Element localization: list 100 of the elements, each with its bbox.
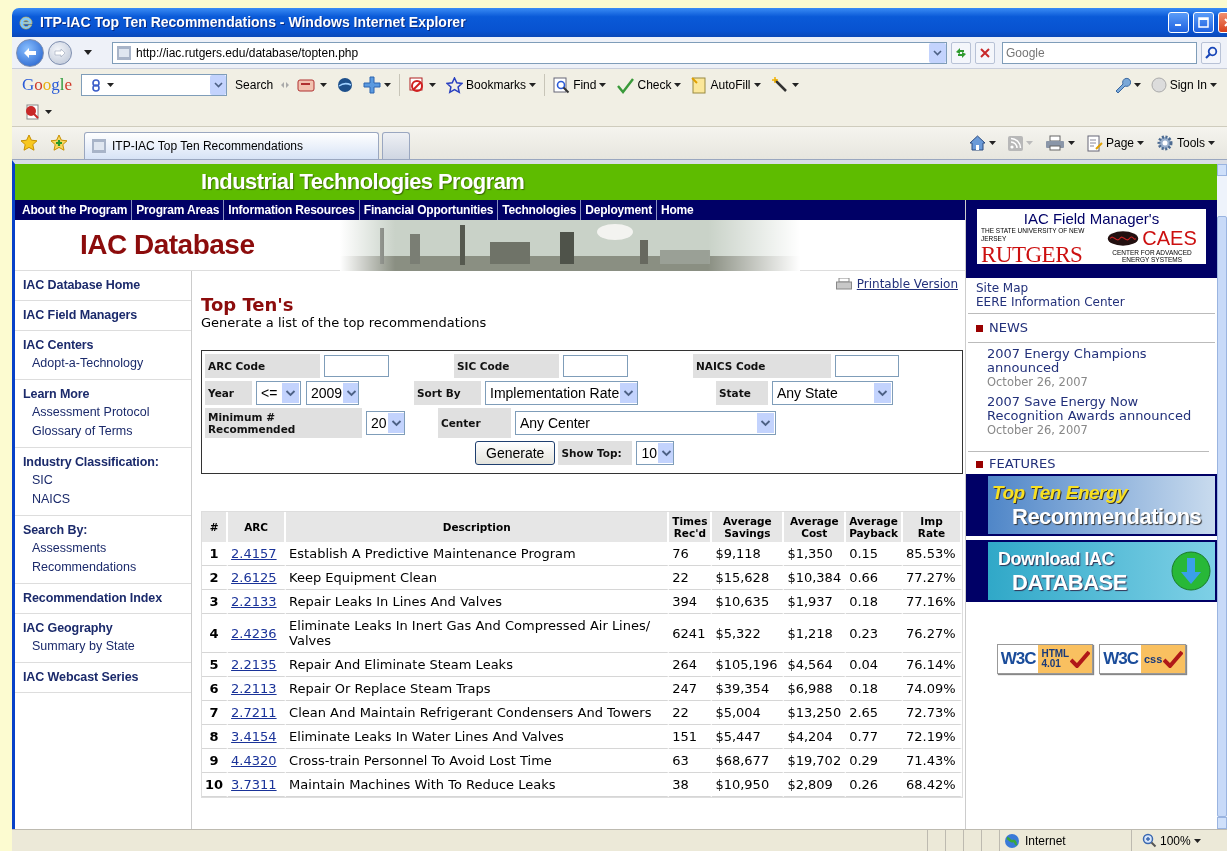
arc-code-link[interactable]: 3.7311 bbox=[231, 777, 277, 792]
search-field[interactable]: Google bbox=[1002, 41, 1197, 64]
search-button[interactable]: Search bbox=[233, 76, 276, 94]
field-label: Minimum # Recommended bbox=[205, 408, 362, 438]
arc-code-link[interactable]: 4.4320 bbox=[231, 753, 277, 768]
value-cell: $19,702 bbox=[787, 753, 842, 768]
sign-in-button[interactable]: Sign In bbox=[1148, 76, 1219, 94]
arc-code-link[interactable]: 2.2135 bbox=[231, 657, 277, 672]
tools-menu-button[interactable]: Tools bbox=[1154, 134, 1217, 152]
description-cell: Repair Or Replace Steam Traps bbox=[289, 681, 491, 696]
value-cell: 76.14% bbox=[906, 657, 956, 672]
value-cell: 72.19% bbox=[906, 729, 956, 744]
find-button[interactable]: Find bbox=[551, 76, 609, 94]
value-cell: $6,988 bbox=[787, 681, 833, 696]
dropdown[interactable]: 2009 bbox=[306, 381, 359, 405]
value-cell: 0.23 bbox=[849, 625, 879, 641]
description-cell: Eliminate Leaks In Inert Gas And Compressed Air Lines/ Valves bbox=[289, 618, 651, 648]
zoom-button[interactable]: 100% bbox=[1140, 831, 1203, 850]
sidebar-heading-link[interactable]: IAC Centers bbox=[23, 337, 183, 354]
css-validation-badge[interactable]: W3C css bbox=[1099, 644, 1187, 674]
sidebar-heading-link[interactable]: IAC Field Managers bbox=[23, 307, 183, 324]
badge-version: 4.01 bbox=[1041, 659, 1062, 669]
description-cell: Eliminate Leaks In Water Lines And Valves bbox=[289, 729, 564, 744]
value-cell: 74.09% bbox=[906, 681, 956, 696]
field-label: Center bbox=[438, 408, 511, 438]
value-cell: 77.16% bbox=[906, 594, 956, 609]
dropdown[interactable]: Implementation Rate bbox=[485, 381, 638, 405]
value-cell: 77.27% bbox=[906, 570, 956, 585]
bookmarks-button[interactable]: Bookmarks bbox=[444, 76, 539, 94]
value-cell: 0.26 bbox=[849, 777, 879, 792]
rank-cell: 10 bbox=[205, 777, 224, 792]
sidebar-link[interactable]: Summary by State bbox=[23, 637, 183, 656]
arc-code-link[interactable]: 2.2133 bbox=[231, 594, 277, 609]
value-cell: $105,196 bbox=[715, 657, 778, 672]
university-wordmark: RUTGERS bbox=[981, 243, 1083, 267]
dropdown[interactable]: <= bbox=[256, 381, 301, 405]
value-cell: 63 bbox=[672, 753, 689, 768]
news-date: October 26, 2007 bbox=[987, 375, 1089, 389]
sidebar-link[interactable]: Site Map bbox=[976, 281, 1209, 295]
rank-cell: 1 bbox=[209, 546, 219, 561]
sidebar-heading-link[interactable]: Search By: bbox=[23, 522, 183, 539]
dropdown[interactable]: 10 bbox=[636, 441, 675, 465]
sidebar-link[interactable]: Glossary of Terms bbox=[23, 422, 183, 441]
sidebar-heading-link[interactable]: IAC Database Home bbox=[23, 277, 183, 294]
arc-code-link[interactable]: 2.6125 bbox=[231, 570, 277, 585]
address-field[interactable]: http://iac.rutgers.edu/database/topten.php bbox=[112, 41, 947, 64]
sidebar-link[interactable]: Assessment Protocol bbox=[23, 403, 183, 422]
browser-tab[interactable]: ITP-IAC Top Ten Recommendations bbox=[84, 132, 379, 159]
badge-logo: W3C bbox=[1100, 645, 1141, 673]
sidebar-link[interactable]: NAICS bbox=[23, 490, 183, 509]
sidebar-link[interactable]: SIC bbox=[23, 471, 183, 490]
sidebar-heading-link[interactable]: IAC Webcast Series bbox=[23, 669, 183, 686]
value-cell: $39,354 bbox=[715, 681, 770, 696]
column-header: Average Cost bbox=[784, 512, 847, 542]
value-cell: 264 bbox=[672, 657, 698, 672]
value-cell: 0.29 bbox=[849, 753, 879, 768]
value-cell: 0.66 bbox=[849, 570, 879, 585]
sidebar-heading-link[interactable]: IAC Geography bbox=[23, 620, 183, 637]
arc-code-link[interactable]: 2.4157 bbox=[231, 546, 277, 561]
nav-link[interactable]: About the Program bbox=[18, 200, 133, 220]
site-heading: IAC Database bbox=[79, 228, 256, 262]
value-cell: $1,937 bbox=[787, 594, 833, 609]
arc-code-link[interactable]: 2.2113 bbox=[231, 681, 277, 696]
arc-code-link[interactable]: 2.7211 bbox=[231, 705, 277, 720]
description-cell: Clean And Maintain Refrigerant Condensers And Towers bbox=[289, 705, 652, 720]
generate-button[interactable]: Generate bbox=[475, 441, 556, 465]
dropdown[interactable]: Any State bbox=[772, 381, 893, 405]
logo-caption: IAC Field Manager's bbox=[1023, 210, 1160, 227]
nav-link[interactable]: Program Areas bbox=[132, 200, 225, 220]
description-cell: Establish A Predictive Maintenance Program bbox=[289, 546, 576, 561]
spell-check-button[interactable]: Check bbox=[614, 76, 684, 94]
nav-link[interactable]: Home bbox=[656, 200, 698, 220]
sidebar-heading-link[interactable]: Industry Classification: bbox=[23, 454, 183, 471]
printable-version-link[interactable]: Printable Version bbox=[856, 275, 958, 293]
news-link[interactable]: 2007 Save Energy Now Recognition Awards announced bbox=[987, 395, 1207, 423]
value-cell: 2.65 bbox=[849, 705, 879, 720]
column-header: Average Payback bbox=[846, 512, 903, 542]
arc-code-link[interactable]: 2.4236 bbox=[231, 625, 277, 641]
badge-label: css bbox=[1144, 651, 1163, 667]
sidebar-link[interactable]: EERE Information Center bbox=[976, 295, 1209, 309]
sidebar-link[interactable]: Recommendations bbox=[23, 558, 183, 577]
value-cell: $1,218 bbox=[787, 625, 833, 641]
dropdown[interactable]: Any Center bbox=[515, 411, 776, 435]
news-link[interactable]: 2007 Energy Champions announced bbox=[987, 347, 1207, 375]
field-label: Sort By bbox=[414, 381, 481, 405]
value-cell: 72.73% bbox=[906, 705, 956, 720]
center-wordmark: CAES bbox=[1142, 227, 1197, 249]
autofill-button[interactable]: AutoFill bbox=[689, 76, 763, 94]
dropdown[interactable]: 20 bbox=[366, 411, 405, 435]
value-cell: 0.18 bbox=[849, 594, 879, 609]
rank-cell: 4 bbox=[209, 625, 219, 641]
page-menu-button[interactable]: Page bbox=[1084, 134, 1146, 152]
arc-code-link[interactable]: 3.4154 bbox=[231, 729, 277, 744]
google-logo: Google bbox=[22, 74, 73, 97]
sidebar-link[interactable]: Adopt-a-Technology bbox=[23, 354, 183, 373]
sidebar-heading-link[interactable]: Recommendation Index bbox=[23, 590, 183, 607]
sidebar-link[interactable]: Assessments bbox=[23, 539, 183, 558]
value-cell: 76.27% bbox=[906, 625, 956, 641]
value-cell: 85.53% bbox=[906, 546, 956, 561]
sidebar-heading-link[interactable]: Learn More bbox=[23, 386, 183, 403]
